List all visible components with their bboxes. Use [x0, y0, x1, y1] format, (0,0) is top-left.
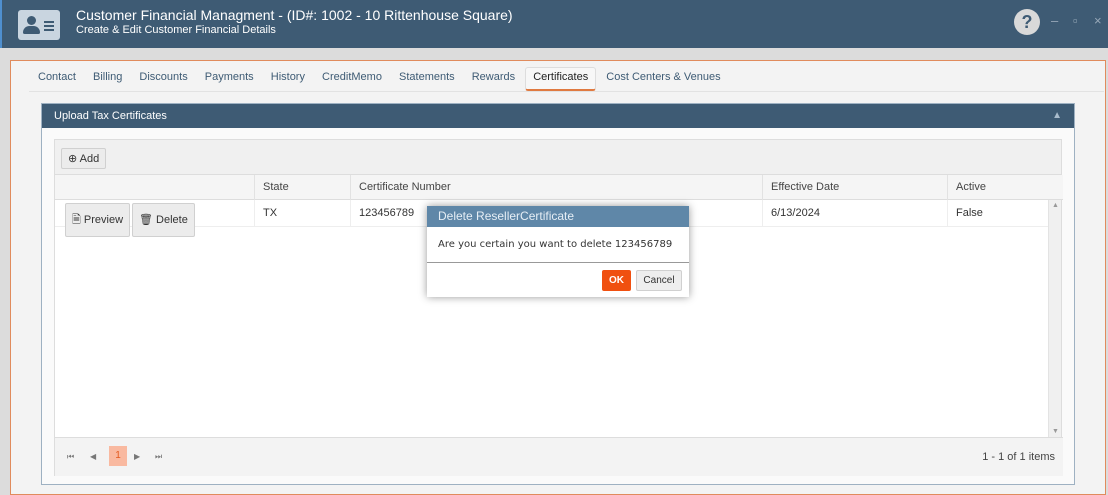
dialog-title[interactable]: Delete ResellerCertificate [427, 206, 689, 227]
tab-cost-centers-venues[interactable]: Cost Centers & Venues [599, 68, 727, 92]
tab-creditmemo[interactable]: CreditMemo [315, 68, 389, 92]
minimize-icon[interactable]: – [1051, 13, 1058, 28]
tab-history[interactable]: History [264, 68, 312, 92]
grid-header: State Certificate Number Effective Date … [55, 175, 1063, 200]
plus-circle-icon: ⊕ [68, 153, 78, 165]
add-button[interactable]: ⊕ Add [61, 148, 107, 169]
vertical-scrollbar[interactable]: ▲ ▼ [1048, 200, 1061, 437]
chevron-up-icon[interactable]: ▲ [1052, 104, 1062, 128]
tab-payments[interactable]: Payments [198, 68, 261, 92]
tab-rewards[interactable]: Rewards [465, 68, 522, 92]
scroll-up-icon[interactable]: ▲ [1052, 202, 1059, 209]
delete-button[interactable]: 🗑 Delete [132, 203, 195, 237]
delete-confirm-dialog: Delete ResellerCertificate Are you certa… [427, 206, 689, 297]
preview-button-label: Preview [83, 214, 124, 226]
tab-strip: Contact Billing Discounts Payments Histo… [31, 67, 728, 91]
cancel-button[interactable]: Cancel [636, 270, 682, 291]
add-button-label: Add [79, 153, 100, 165]
ok-button[interactable]: OK [602, 270, 631, 291]
tab-contact[interactable]: Contact [31, 68, 83, 92]
column-header-certificate-number[interactable]: Certificate Number [350, 175, 762, 200]
column-header-actions [55, 175, 254, 200]
dialog-message: Are you certain you want to delete 12345… [427, 227, 689, 263]
column-header-effective-date[interactable]: Effective Date [762, 175, 947, 200]
document-icon: 🗎 [72, 214, 81, 226]
tab-billing[interactable]: Billing [86, 68, 129, 92]
last-page-icon[interactable]: ⏭ [155, 452, 162, 462]
panel-title: Upload Tax Certificates [54, 110, 167, 122]
tab-certificates[interactable]: Certificates [525, 67, 597, 91]
grid-pager: ⏮ ◀ 1 ▶ ⏭ 1 - 1 of 1 items [55, 437, 1063, 476]
column-header-active[interactable]: Active [947, 175, 1063, 200]
customer-card-icon [18, 10, 60, 40]
tab-divider [29, 91, 1104, 92]
scroll-down-icon[interactable]: ▼ [1052, 428, 1059, 435]
trash-icon: 🗑 [139, 214, 153, 226]
close-icon[interactable]: × [1094, 13, 1102, 28]
row-actions-cell: 🗎 Preview 🗑 Delete [55, 200, 254, 237]
column-header-state[interactable]: State [254, 175, 350, 200]
maximize-icon[interactable]: ▫ [1073, 13, 1078, 28]
tab-statements[interactable]: Statements [392, 68, 462, 92]
pager-info: 1 - 1 of 1 items [982, 451, 1055, 463]
window-title: Customer Financial Managment - (ID#: 100… [76, 7, 513, 23]
title-bar: Customer Financial Managment - (ID#: 100… [0, 0, 1108, 48]
active-cell: False [947, 200, 1050, 227]
help-icon[interactable]: ? [1014, 9, 1040, 35]
state-cell: TX [254, 200, 350, 227]
first-page-icon[interactable]: ⏮ [67, 452, 74, 462]
current-page-button[interactable]: 1 [109, 446, 127, 466]
next-page-icon[interactable]: ▶ [134, 452, 140, 461]
preview-button[interactable]: 🗎 Preview [65, 203, 131, 237]
certificates-grid: ⊕ Add State Certificate Number Effective… [54, 139, 1063, 476]
panel-header[interactable]: Upload Tax Certificates ▲ [42, 104, 1074, 128]
delete-button-label: Delete [156, 214, 188, 226]
grid-toolbar: ⊕ Add [55, 140, 1061, 175]
effective-date-cell: 6/13/2024 [762, 200, 947, 227]
window-subtitle: Create & Edit Customer Financial Details [76, 24, 276, 36]
previous-page-icon[interactable]: ◀ [90, 452, 96, 461]
tab-discounts[interactable]: Discounts [132, 68, 194, 92]
